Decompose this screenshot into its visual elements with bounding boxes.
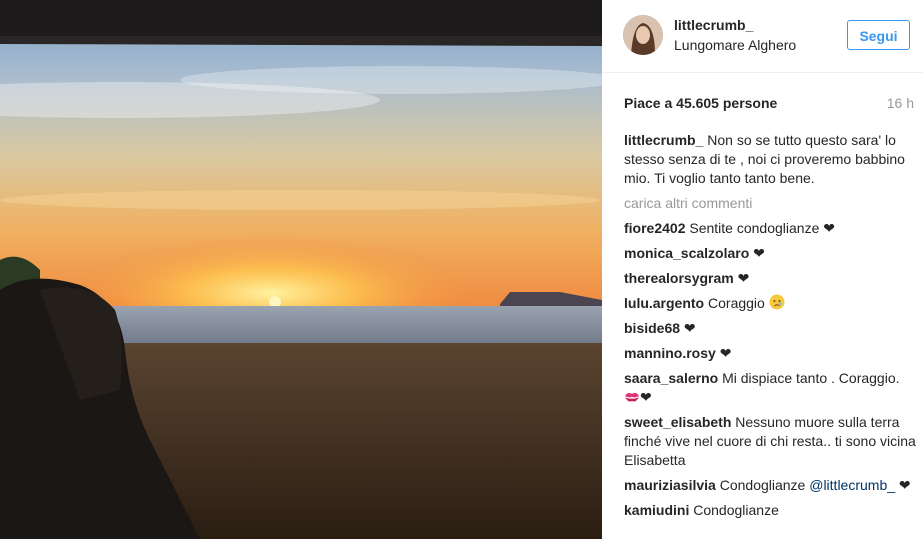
comment-author[interactable]: mannino.rosy: [624, 345, 716, 361]
crying-face-icon: [769, 294, 785, 310]
heart-icon: ❤: [719, 345, 732, 361]
comments-list: littlecrumb_ Non so se tutto questo sara…: [624, 131, 916, 526]
comment-text: Condoglianze: [719, 477, 806, 493]
heart-icon: ❤: [823, 220, 835, 236]
comment-author[interactable]: kamiudini: [624, 502, 689, 518]
sunset-photo-image: [0, 0, 602, 539]
comment-author[interactable]: lulu.argento: [624, 295, 704, 311]
heart-icon: ❤: [737, 270, 750, 286]
heart-icon: ❤: [753, 245, 765, 261]
location-link[interactable]: Lungomare Alghero: [674, 37, 796, 53]
comment: monica_scalzolaro ❤: [624, 244, 916, 263]
heart-icon: ❤: [683, 320, 696, 336]
caption: littlecrumb_ Non so se tutto questo sara…: [624, 131, 916, 188]
comment-author[interactable]: saara_salerno: [624, 370, 718, 386]
comment-author[interactable]: fiore2402: [624, 220, 685, 236]
mention-link[interactable]: @littlecrumb_: [809, 477, 895, 493]
comment-author[interactable]: therealorsygram: [624, 270, 734, 286]
comment-text: Condoglianze: [693, 502, 779, 518]
comment-author[interactable]: littlecrumb_: [624, 132, 703, 148]
comment-text: Mi dispiace tanto . Coraggio.: [722, 370, 900, 386]
comment-author[interactable]: monica_scalzolaro: [624, 245, 749, 261]
comment: biside68 ❤: [624, 319, 916, 338]
comment: therealorsygram ❤: [624, 269, 916, 288]
comment-author[interactable]: sweet_elisabeth: [624, 414, 731, 430]
likes-count[interactable]: Piace a 45.605 persone: [624, 95, 777, 111]
comment-author[interactable]: biside68: [624, 320, 680, 336]
follow-button[interactable]: Segui: [847, 20, 910, 50]
avatar-image: [623, 15, 663, 55]
comment: kamiudini Condoglianze: [624, 501, 916, 520]
comment-author[interactable]: mauriziasilvia: [624, 477, 716, 493]
post-time[interactable]: 16 h: [887, 95, 914, 111]
kiss-mark-icon: [625, 392, 639, 402]
comment: mannino.rosy ❤: [624, 344, 916, 363]
username-link[interactable]: littlecrumb_: [674, 17, 753, 33]
load-more-comments-link[interactable]: carica altri commenti: [624, 194, 916, 213]
heart-icon: ❤: [898, 477, 911, 493]
post-photo[interactable]: [0, 0, 602, 539]
avatar[interactable]: [623, 15, 663, 55]
comment: mauriziasilvia Condoglianze @littlecrumb…: [624, 476, 916, 495]
comment: lulu.argento Coraggio: [624, 294, 916, 313]
comment: saara_salerno Mi dispiace tanto . Coragg…: [624, 369, 916, 407]
comment-text: Sentite condoglianze: [689, 220, 820, 236]
post-details-panel: littlecrumb_ Lungomare Alghero Segui Pia…: [602, 0, 923, 539]
post-header: littlecrumb_ Lungomare Alghero Segui: [602, 0, 923, 73]
comment: sweet_elisabeth Nessuno muore sulla terr…: [624, 413, 916, 470]
comment-text: Coraggio: [708, 295, 765, 311]
comment: fiore2402 Sentite condoglianze ❤: [624, 219, 916, 238]
likes-row: Piace a 45.605 persone 16 h: [624, 95, 914, 111]
heart-icon: ❤: [640, 389, 652, 405]
